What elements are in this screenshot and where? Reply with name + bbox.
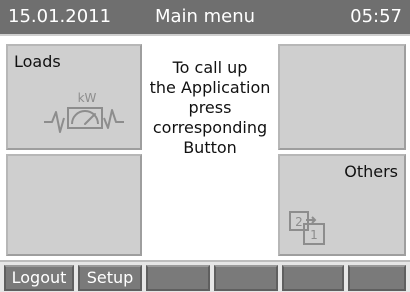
instruction-line-5: Button <box>183 138 237 157</box>
status-bar: 15.01.2011 Main menu 05:57 <box>0 0 410 36</box>
function-button-3[interactable] <box>146 265 210 291</box>
function-button-4[interactable] <box>214 265 278 291</box>
instruction-text: To call up the Application press corresp… <box>142 58 278 158</box>
setup-button[interactable]: Setup <box>78 265 142 291</box>
status-time: 05:57 <box>350 6 402 27</box>
empty-tile-left[interactable] <box>6 154 142 256</box>
swap-2-1-icon: 2 1 <box>289 211 325 245</box>
app-screen: 15.01.2011 Main menu 05:57 Loads kW To c… <box>0 0 410 292</box>
function-button-5[interactable] <box>282 265 344 291</box>
others-tile[interactable]: Others 2 1 <box>278 154 406 256</box>
page-title: Main menu <box>154 6 256 27</box>
instruction-line-3: press <box>188 98 232 117</box>
instruction-line-1: To call up <box>172 58 248 77</box>
svg-text:2: 2 <box>295 215 303 229</box>
main-content: Loads kW To call up the Application pres… <box>0 36 410 260</box>
svg-text:1: 1 <box>310 228 318 242</box>
instruction-line-4: corresponding <box>152 118 268 137</box>
loads-label: Loads <box>14 52 61 71</box>
others-label: Others <box>344 162 398 181</box>
logout-button[interactable]: Logout <box>4 265 74 291</box>
kw-meter-icon: kW <box>44 91 124 133</box>
svg-text:kW: kW <box>78 91 97 105</box>
instruction-line-2: the Application <box>149 78 271 97</box>
empty-tile-right[interactable] <box>278 44 406 150</box>
function-bar: Logout Setup <box>0 260 410 292</box>
loads-tile[interactable]: Loads kW <box>6 44 142 150</box>
function-button-6[interactable] <box>348 265 406 291</box>
